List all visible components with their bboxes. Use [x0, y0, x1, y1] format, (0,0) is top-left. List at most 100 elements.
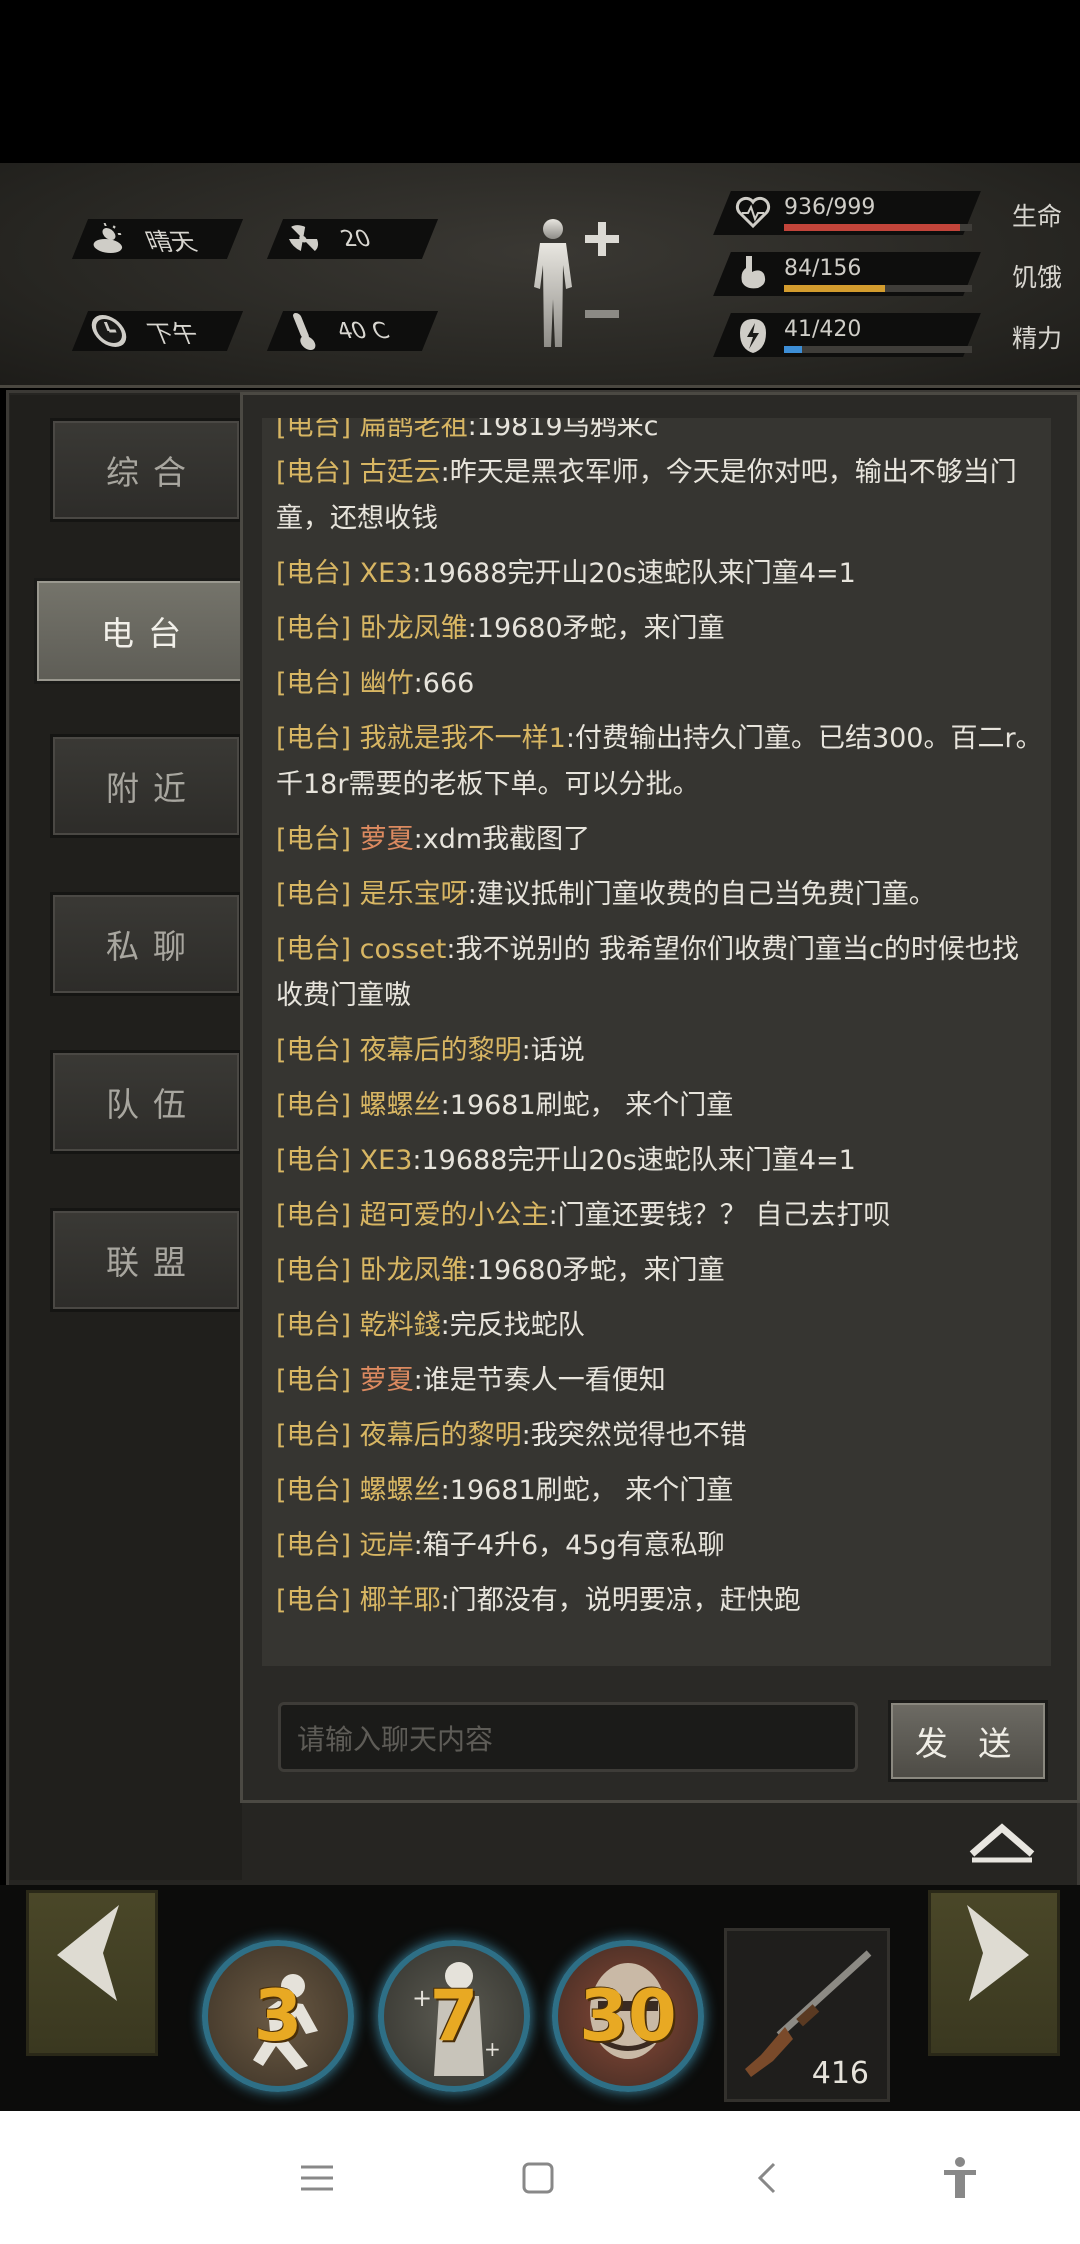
chat-channel-tag: [电台]: [276, 934, 352, 965]
skill-slot-3[interactable]: 30: [552, 1940, 704, 2092]
energy-label: 精力: [1011, 324, 1062, 353]
chat-message: [电台] XE3:19688完开山20s速蛇队来门童4=1: [276, 1138, 1044, 1184]
chat-channel-tag: [电台]: [276, 457, 352, 488]
back-nav-button[interactable]: [738, 2151, 798, 2205]
hunger-stat: 84/156 饥饿: [713, 252, 1062, 296]
chat-message-text: :666: [413, 668, 475, 699]
chat-sender-name[interactable]: 幽竹: [360, 668, 414, 699]
chat-sender-name[interactable]: 螺螺丝: [360, 1090, 441, 1121]
radiation-display: 20: [274, 219, 378, 259]
weapon-ammo-count: 416: [811, 2056, 869, 2091]
chat-sender-name[interactable]: XE3: [360, 1145, 413, 1176]
chat-channel-tag: [电台]: [276, 824, 352, 855]
chat-channel-tag: [电台]: [276, 668, 352, 699]
chat-message: [电台] 乾料錢:完反找蛇队: [276, 1303, 1044, 1349]
chat-message-text: :我突然觉得也不错: [521, 1420, 747, 1451]
skill-1-count: 3: [253, 1975, 303, 2057]
weather-display: 晴天: [80, 219, 202, 259]
chat-sender-name[interactable]: 椰羊耶: [360, 1585, 441, 1616]
chat-message: [电台] 古廷云:昨天是黑衣军师，今天是你对吧，输出不够当门童，还想收钱: [276, 450, 1044, 542]
chat-message-text: :门都没有，说明要凉，赶快跑: [440, 1585, 801, 1616]
chat-channel-tag: [电台]: [276, 1585, 352, 1616]
chat-message-text: :19680矛蛇，来门童: [467, 1255, 725, 1286]
energy-value: 41/420: [784, 317, 862, 342]
arrow-right-icon: [967, 1905, 1029, 2001]
chat-sender-name[interactable]: 乾料錢: [360, 1310, 441, 1341]
stomach-icon: [736, 254, 770, 296]
chat-channel-tag: [电台]: [276, 558, 352, 589]
hunger-label: 饥饿: [1011, 263, 1062, 292]
chat-message: [电台] 是乐宝呀:建议抵制门童收费的自己当免费门童。: [276, 872, 1044, 918]
collapse-chat-button[interactable]: [966, 1818, 1038, 1864]
chat-message-text: :话说: [521, 1035, 585, 1066]
tab-radio[interactable]: 电台: [34, 578, 248, 684]
chat-message: [电台] 萝夏:xdm我截图了: [276, 817, 1044, 863]
chat-message-partial: [电台] 扁鹊老祖:19819乌鸦来c: [276, 418, 659, 442]
chat-message: [电台] 夜幕后的黎明:话说: [276, 1028, 1044, 1074]
arrow-left-icon: [57, 1905, 119, 2001]
chat-sender-name[interactable]: 超可爱的小公主: [360, 1200, 549, 1231]
chat-message-text: :建议抵制门童收费的自己当免费门童。: [467, 879, 936, 910]
chat-message-text: :完反找蛇队: [440, 1310, 585, 1341]
temperature-value: 40 C: [332, 318, 394, 344]
chat-message-text: :箱子4升6，45g有意私聊: [413, 1530, 725, 1561]
chat-message: [电台] 卧龙凤雏:19680矛蛇，来门童: [276, 606, 1044, 652]
chat-message-text: :门童还要钱？？ 自己去打呗: [548, 1200, 891, 1231]
tab-private[interactable]: 私聊: [50, 892, 242, 996]
chat-input[interactable]: 请输入聊天内容: [278, 1702, 858, 1772]
chat-message-text: :谁是节奏人一看便知: [413, 1365, 666, 1396]
chat-sender-name[interactable]: 萝夏: [360, 824, 414, 855]
hunger-bar: [784, 285, 972, 292]
chat-channel-tag: [电台]: [276, 1475, 352, 1506]
chat-channel-tag: [电台]: [276, 1090, 352, 1121]
chat-message-text: :19688完开山20s速蛇队来门童4=1: [412, 558, 856, 589]
skill-3-count: 30: [579, 1975, 677, 2057]
chat-sender-name[interactable]: 萝夏: [360, 1365, 414, 1396]
chat-sender-name[interactable]: 夜幕后的黎明: [360, 1035, 522, 1066]
tab-nearby[interactable]: 附近: [50, 734, 242, 838]
chat-channel-tag: [电台]: [276, 1145, 352, 1176]
chat-sender-name[interactable]: 远岸: [360, 1530, 414, 1561]
prev-page-button[interactable]: [26, 1890, 158, 2056]
chat-sender-name[interactable]: XE3: [360, 558, 413, 589]
chat-message-text: :19680矛蛇，来门童: [467, 613, 725, 644]
skill-slot-1[interactable]: 3: [202, 1940, 354, 2092]
chat-sender-name[interactable]: 我就是我不一样1: [360, 723, 566, 754]
chat-channel-tag: [电台]: [276, 1530, 352, 1561]
weapon-slot[interactable]: 416: [724, 1928, 890, 2102]
tab-alliance[interactable]: 联盟: [50, 1208, 242, 1312]
chat-message: [电台] 夜幕后的黎明:我突然觉得也不错: [276, 1413, 1044, 1459]
tab-team[interactable]: 队伍: [50, 1050, 242, 1154]
chat-message: [电台] 超可爱的小公主:门童还要钱？？ 自己去打呗: [276, 1193, 1044, 1239]
chat-sender-name[interactable]: cosset: [360, 934, 447, 965]
next-page-button[interactable]: [928, 1890, 1060, 2056]
action-bar: [0, 1885, 1080, 2111]
tab-general[interactable]: 综合: [50, 418, 242, 522]
menu-icon: [301, 2165, 333, 2191]
health-label: 生命: [1011, 202, 1062, 231]
body-status-button[interactable]: [520, 215, 630, 355]
chat-sender-name[interactable]: 螺螺丝: [360, 1475, 441, 1506]
menu-nav-button[interactable]: [287, 2151, 347, 2205]
chat-sender-name[interactable]: 卧龙凤雏: [360, 613, 468, 644]
accessibility-nav-button[interactable]: [930, 2151, 990, 2205]
chat-channel-tag: [电台]: [276, 613, 352, 644]
chat-sender-name[interactable]: 是乐宝呀: [360, 879, 468, 910]
chat-message: [电台] 螺螺丝:19681刷蛇， 来个门童: [276, 1083, 1044, 1129]
chat-sender-name[interactable]: 古廷云: [360, 457, 441, 488]
home-nav-button[interactable]: [508, 2151, 568, 2205]
chat-sender-name[interactable]: 卧龙凤雏: [360, 1255, 468, 1286]
chat-channel-tag: [电台]: [276, 1365, 352, 1396]
health-bar: [784, 224, 972, 231]
chat-message-list[interactable]: [电台] 扁鹊老祖:19819乌鸦来c [电台] 古廷云:昨天是黑衣军师，今天是…: [262, 418, 1051, 1666]
health-stat: 936/999 生命: [713, 191, 1062, 235]
chat-channel-tag: [电台]: [276, 1255, 352, 1286]
time-display: 下午: [80, 311, 204, 351]
chat-sender-name[interactable]: 夜幕后的黎明: [360, 1420, 522, 1451]
chat-message: [电台] XE3:19688完开山20s速蛇队来门童4=1: [276, 551, 1044, 597]
skill-slot-2[interactable]: + + 7: [378, 1940, 530, 2092]
chat-message-text: :xdm我截图了: [413, 824, 591, 855]
energy-stat: 41/420 精力: [713, 313, 1062, 357]
chat-message: [电台] cosset:我不说别的 我希望你们收费门童当c的时候也找收费门童嗷: [276, 927, 1044, 1019]
send-button[interactable]: 发 送: [888, 1700, 1048, 1782]
